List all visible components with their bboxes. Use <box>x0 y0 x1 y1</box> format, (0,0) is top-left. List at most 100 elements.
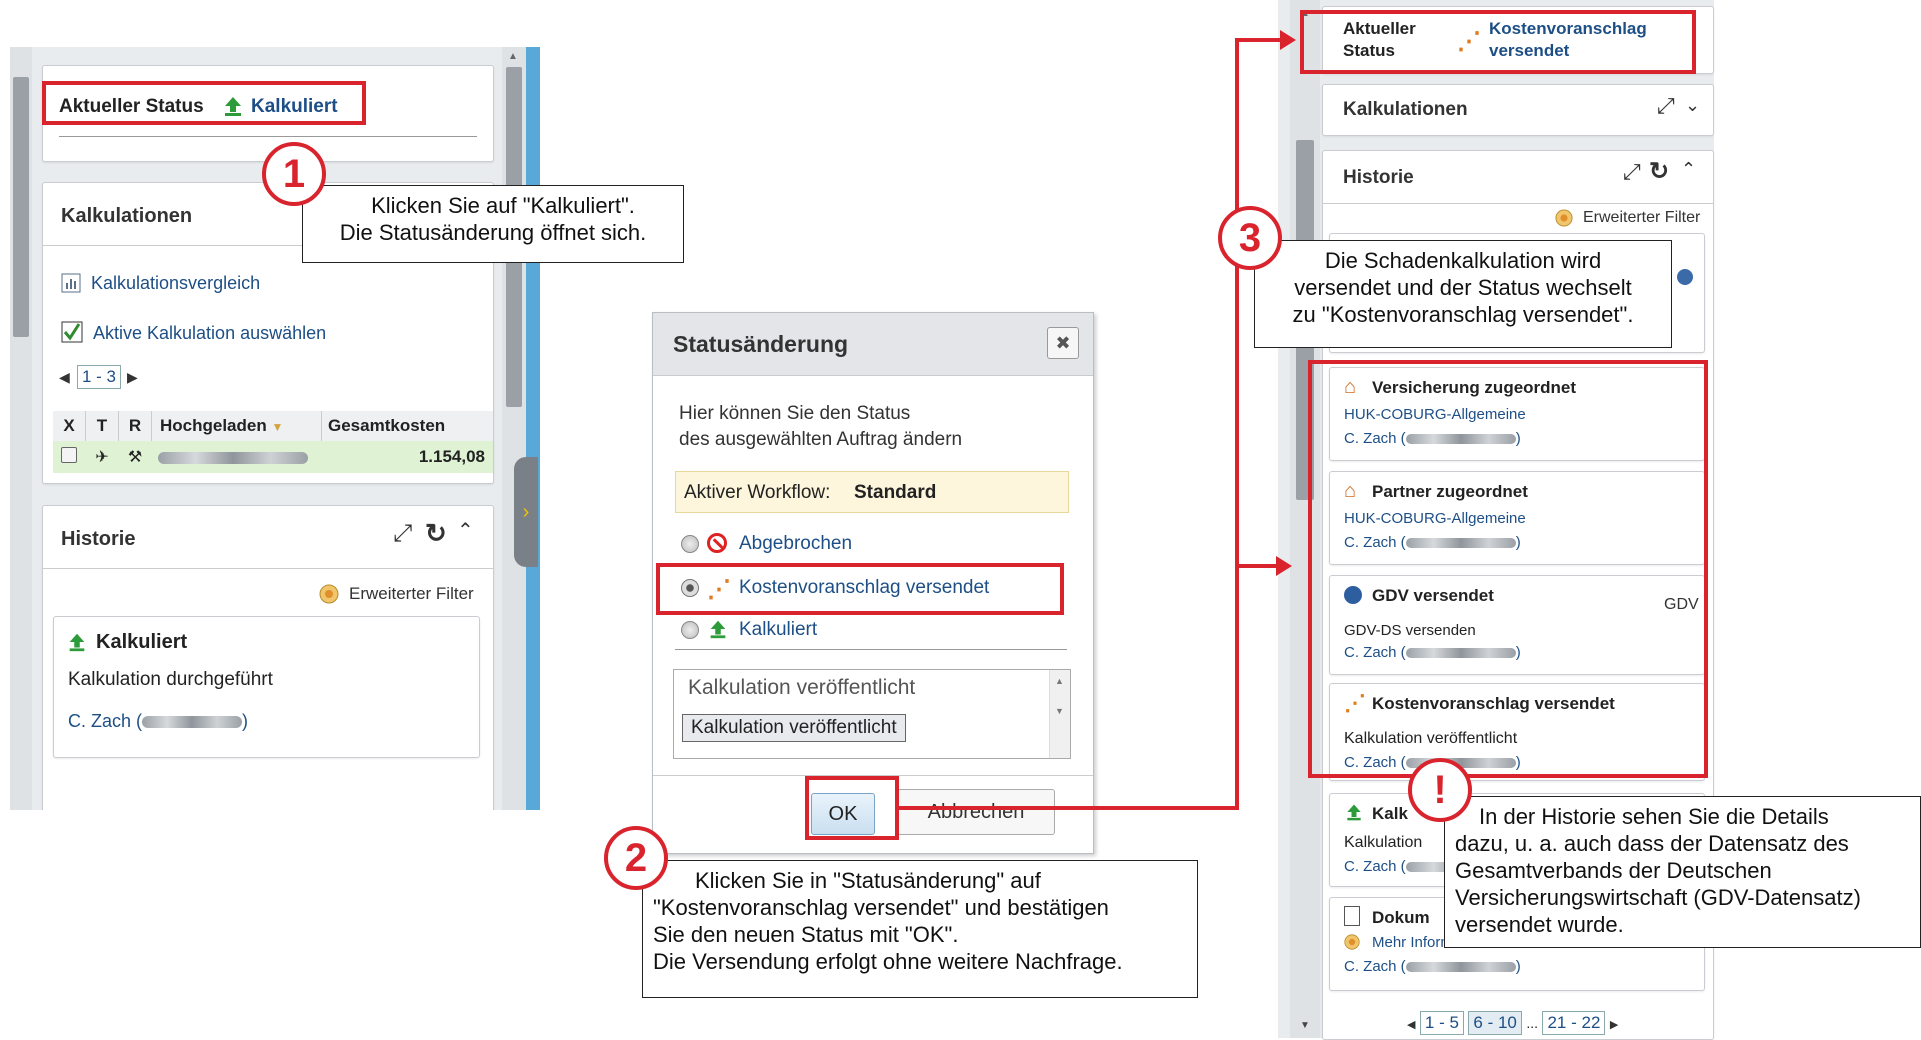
scroll-down-icon[interactable]: ▼ <box>1300 1020 1310 1031</box>
row-gesamtkosten: 1.154,08 <box>418 447 485 466</box>
textarea-scrollbar[interactable]: ▲ ▼ <box>1049 670 1070 758</box>
left-scrollbar[interactable] <box>10 47 32 810</box>
filter-coin-icon <box>319 584 339 609</box>
panel-edge <box>526 47 540 810</box>
scroll-up-icon[interactable]: ▲ <box>508 51 518 62</box>
pager-page-current[interactable]: 6 - 10 <box>1468 1011 1522 1035</box>
historie-entry: Kalkuliert Kalkulation durchgeführt C. Z… <box>53 616 480 758</box>
kalkulationen-table: X T R Hochgeladen ▼ Gesamtkosten ✈ ⚒ 1.1… <box>53 411 493 473</box>
arrow-head-icon <box>1280 30 1296 50</box>
expand-icon[interactable]: ⤢ <box>1657 93 1675 119</box>
close-icon[interactable]: ✖ <box>1047 327 1079 359</box>
pager-range[interactable]: 1 - 3 <box>77 365 122 389</box>
callout-3-line3: zu "Kostenvoranschlag versendet". <box>1292 302 1634 327</box>
kalkulationen-title: Kalkulationen <box>61 205 193 227</box>
entry-title: Kalkuliert <box>96 631 188 653</box>
table-header-row: X T R Hochgeladen ▼ Gesamtkosten <box>53 411 493 441</box>
col-gesamtkosten[interactable]: Gesamtkosten <box>322 411 494 441</box>
callout-4-line4: Versicherungswirtschaft (GDV-Datensatz) <box>1455 885 1861 910</box>
entry-text: Kalkulation durchgeführt <box>68 669 273 690</box>
chevron-down-icon[interactable]: ⌄ <box>1685 95 1700 116</box>
comment-textarea[interactable]: Kalkulation veröffentlicht Kalkulation v… <box>673 669 1071 759</box>
pager-prev-icon[interactable]: ◀ <box>1407 1019 1415 1031</box>
connector-line <box>1235 564 1277 568</box>
connector-line <box>1235 38 1239 810</box>
chevron-up-icon[interactable]: ⌃ <box>1681 159 1696 180</box>
entry-user-name: C. Zach ( <box>68 711 143 731</box>
entry-user[interactable]: C. Zach () <box>1344 958 1521 975</box>
kalkulationen-title: Kalkulationen <box>1343 99 1468 120</box>
collapse-handle[interactable]: › <box>514 457 538 567</box>
option-abgebrochen[interactable]: Abgebrochen <box>681 531 1061 561</box>
entry-user-name: C. Zach ( <box>1344 858 1406 875</box>
textarea-chip[interactable]: Kalkulation veröffentlicht <box>682 714 906 742</box>
option-kalkuliert[interactable]: Kalkuliert <box>681 617 1061 647</box>
callout-1-line1: Klicken Sie auf "Kalkuliert". <box>371 193 635 218</box>
entry-line: Kalkulation <box>1344 834 1423 851</box>
highlight-historie-entries <box>1308 360 1708 778</box>
callout-4: In der Historie sehen Sie die Details da… <box>1444 796 1921 948</box>
col-r[interactable]: R <box>118 411 152 441</box>
callout-2-line2: "Kostenvoranschlag versendet" und bestät… <box>653 895 1109 920</box>
highlight-ok-button <box>805 776 899 840</box>
document-icon <box>1344 906 1360 926</box>
upload-arrow-icon <box>1344 802 1364 827</box>
callout-2-line3: Sie den neuen Status mit "OK". <box>653 922 959 947</box>
step-badge-3: 3 <box>1218 206 1282 270</box>
dialog-title: Statusänderung <box>673 331 849 357</box>
col-hochgeladen-label: Hochgeladen <box>160 416 267 435</box>
col-x[interactable]: X <box>53 411 86 441</box>
pager[interactable]: 1 - 3 <box>77 365 122 389</box>
callout-4-line3: Gesamtverbands der Deutschen <box>1455 858 1772 883</box>
callout-1: Klicken Sie auf "Kalkuliert". Die Status… <box>302 185 684 263</box>
info-coin-icon <box>1344 934 1360 955</box>
sort-down-icon[interactable]: ▼ <box>271 420 283 434</box>
left-panel-right-scrollbar[interactable]: ▲ <box>502 47 526 810</box>
callout-2: Klicken Sie in "Statusänderung" auf "Kos… <box>642 860 1198 998</box>
blurred-date <box>142 716 243 729</box>
callout-3-line1: Die Schadenkalkulation wird <box>1324 248 1602 273</box>
entry-user[interactable]: C. Zach () <box>68 711 248 732</box>
expand-icon[interactable]: ⤢ <box>1623 159 1641 185</box>
pager-next-icon[interactable]: ▶ <box>1610 1019 1618 1031</box>
table-row[interactable]: ✈ ⚒ 1.154,08 <box>53 441 493 473</box>
col-hochgeladen[interactable]: Hochgeladen ▼ <box>151 411 322 441</box>
radio-button[interactable] <box>681 621 699 639</box>
erweiterter-filter-link[interactable]: Erweiterter Filter <box>349 584 474 604</box>
step-badge-warning: ! <box>1408 758 1472 822</box>
dialog-description-1: Hier können Sie den Status <box>679 403 911 424</box>
callout-4-line2: dazu, u. a. auch dass der Datensatz des <box>1455 831 1849 856</box>
option-label: Abgebrochen <box>739 533 853 554</box>
arrow-head-icon <box>1276 556 1292 576</box>
textarea-header: Kalkulation veröffentlicht <box>688 676 916 699</box>
blurred-date <box>157 451 308 464</box>
chevron-up-icon[interactable]: ⌃ <box>457 518 474 543</box>
col-t[interactable]: T <box>85 411 119 441</box>
entry-title: Kalk <box>1372 804 1408 823</box>
step-badge-2: 2 <box>604 826 668 890</box>
cancel-button[interactable]: Abbrechen <box>897 789 1055 835</box>
highlight-status-kalkuliert <box>42 81 366 125</box>
refresh-icon[interactable]: ↻ <box>425 518 447 549</box>
pager-prev-icon[interactable]: ◀ <box>59 369 70 386</box>
aktive-kalkulation-link[interactable]: Aktive Kalkulation auswählen <box>93 323 326 344</box>
kalkulationsvergleich-link[interactable]: Kalkulationsvergleich <box>91 273 260 294</box>
pager-next-icon[interactable]: ▶ <box>127 369 138 386</box>
checkbox-check-icon[interactable] <box>61 321 83 348</box>
filter-coin-icon <box>1555 209 1573 232</box>
refresh-icon[interactable]: ↻ <box>1649 157 1669 186</box>
callout-2-line4: Die Versendung erfolgt ohne weitere Nach… <box>653 949 1123 974</box>
pager-right: ◀ 1 - 5 6 - 10 ... 21 - 22 ▶ <box>1407 1011 1618 1035</box>
expand-icon[interactable]: ⤢ <box>393 520 412 548</box>
pager-page[interactable]: 1 - 5 <box>1419 1011 1464 1035</box>
historie-title: Historie <box>61 528 136 550</box>
highlight-status-right <box>1300 10 1696 74</box>
left-scrollbar-thumb[interactable] <box>13 77 29 337</box>
cancel-icon <box>707 533 727 553</box>
row-checkbox[interactable] <box>61 446 78 463</box>
callout-1-line2: Die Statusänderung öffnet sich. <box>339 220 647 245</box>
erweiterter-filter-link[interactable]: Erweiterter Filter <box>1583 209 1700 227</box>
dialog-description-2: des ausgewählten Auftrag ändern <box>679 429 963 450</box>
pager-page[interactable]: 21 - 22 <box>1542 1011 1606 1035</box>
radio-button[interactable] <box>681 535 699 553</box>
